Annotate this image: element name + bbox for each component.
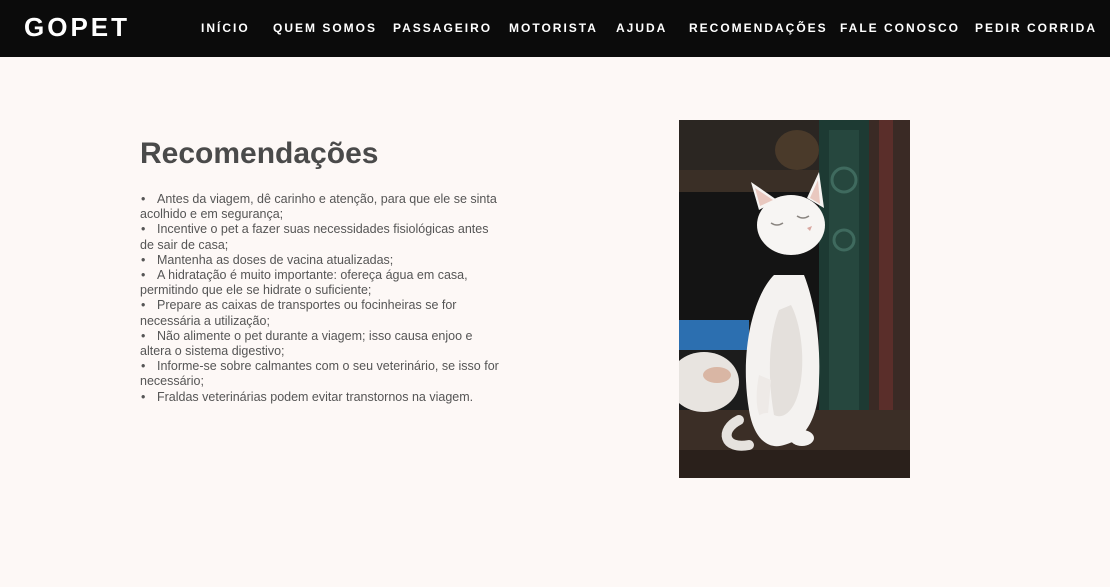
nav-item-fale-conosco[interactable]: FALE CONOSCO [840,21,960,35]
white-cat-illustration [679,120,910,478]
nav-item-pedir-corrida[interactable]: PEDIR CORRIDA [975,21,1097,35]
main-nav: INÍCIO QUEM SOMOS PASSAGEIRO MOTORISTA A… [0,0,1110,57]
nav-item-ajuda[interactable]: AJUDA [616,21,667,35]
list-item: • A hidratação é muito importante: ofereç… [140,268,505,298]
bullet-icon: • [141,192,146,206]
list-item-text: Informe-se sobre calmantes com o seu vet… [140,359,499,389]
nav-item-recomendacoes[interactable]: RECOMENDAÇÕES [689,21,828,35]
list-item-text: A hidratação é muito importante: ofereça… [140,268,468,298]
list-item: • Mantenha as doses de vacina atualizadas… [140,253,505,268]
page-title: Recomendações [140,137,379,170]
nav-item-motorista[interactable]: MOTORISTA [509,21,598,35]
list-item: • Não alimente o pet durante a viagem; is… [140,329,505,359]
list-item-text: Fraldas veterinárias podem evitar transt… [157,389,474,404]
bullet-icon: • [141,252,146,267]
bullet-icon: • [141,328,146,343]
list-item-text: Incentive o pet a fazer suas necessidade… [140,222,489,252]
list-item-text: Não alimente o pet durante a viagem; iss… [140,328,473,359]
list-item: • Informe-se sobre calmantes com o seu ve… [140,359,505,389]
bullet-icon: • [141,222,146,237]
bullet-icon: • [141,298,146,313]
nav-item-passageiro[interactable]: PASSAGEIRO [393,21,492,35]
list-item: • Incentive o pet a fazer suas necessidad… [140,222,505,252]
list-item-text: Antes da viagem, dê carinho e atenção, p… [140,192,497,222]
list-item: • Antes da viagem, dê carinho e atenção, … [140,192,505,222]
list-item: • Prepare as caixas de transportes ou foc… [140,298,505,328]
bullet-icon: • [141,359,146,374]
list-item-text: Mantenha as doses de vacina atualizadas; [157,252,394,267]
list-item: • Fraldas veterinárias podem evitar trans… [140,390,505,405]
cat-photo [679,120,910,478]
bullet-icon: • [141,268,146,283]
recommendations-list: • Antes da viagem, dê carinho e atenção, … [140,192,505,405]
list-item-text: Prepare as caixas de transportes ou foci… [140,298,457,328]
top-navbar: GOPET INÍCIO QUEM SOMOS PASSAGEIRO MOTOR… [0,0,1110,57]
nav-item-quem-somos[interactable]: QUEM SOMOS [273,21,377,35]
bullet-icon: • [141,389,146,404]
nav-item-inicio[interactable]: INÍCIO [201,21,250,35]
